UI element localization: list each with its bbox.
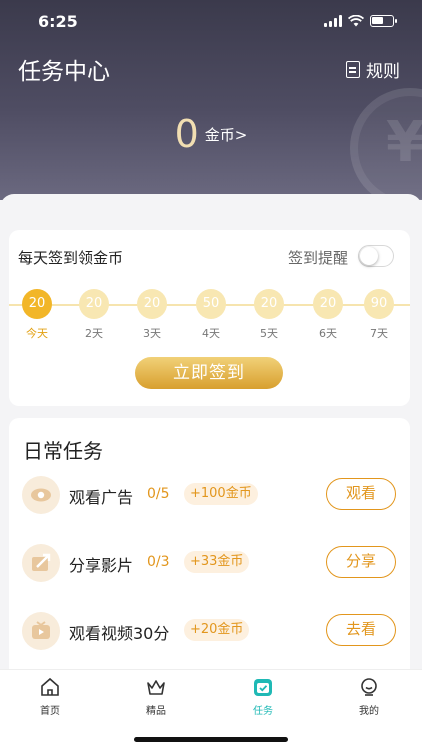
task-reward: +100金币 <box>184 483 258 505</box>
home-icon <box>39 676 61 698</box>
rules-button[interactable]: 规则 <box>346 57 400 82</box>
tv-icon <box>22 612 60 650</box>
task-reward: +20金币 <box>184 619 250 641</box>
checkin-title: 每天签到领金币 <box>18 249 124 267</box>
checkin-reminder-label: 签到提醒 <box>287 249 348 267</box>
document-icon <box>346 61 360 78</box>
home-indicator <box>134 737 288 742</box>
checkin-day-coins: 20 <box>79 289 109 319</box>
share-icon <box>22 544 60 582</box>
tab-home[interactable]: 首页 <box>20 676 80 717</box>
tab-label: 首页 <box>40 706 60 717</box>
watch-video-button[interactable]: 去看 <box>326 614 396 646</box>
watch-ads-button[interactable]: 观看 <box>326 478 396 510</box>
tab-label: 我的 <box>359 706 379 717</box>
daily-tasks-title: 日常任务 <box>23 439 103 463</box>
tab-label: 任务 <box>253 706 273 717</box>
checkin-day-coins: 50 <box>196 289 226 319</box>
checkin-day: 50 4天 <box>191 289 231 341</box>
tab-profile[interactable]: 我的 <box>339 676 399 717</box>
checkin-day-label: 7天 <box>370 327 388 340</box>
header: 6:25 任务中心 规则 ¥ 0 金币> <box>0 0 422 200</box>
battery-icon <box>370 15 397 27</box>
checkin-day: 20 6天 <box>308 289 348 341</box>
checkin-reminder-toggle[interactable] <box>358 245 394 267</box>
checkin-card: 每天签到领金币 签到提醒 20 今天 20 2天 20 3天 50 4天 20 5天 20 6天 90 7… <box>9 230 410 406</box>
checkin-day-label: 今天 <box>26 327 48 340</box>
task-reward: +33金币 <box>184 551 250 573</box>
checkin-day: 20 3天 <box>132 289 172 341</box>
checkin-day-coins: 20 <box>22 289 52 319</box>
rules-label: 规则 <box>366 62 400 82</box>
coin-balance[interactable]: 0 金币> <box>0 112 422 156</box>
task-progress: 0/5 <box>147 486 170 502</box>
page-title: 任务中心 <box>18 59 110 85</box>
task-watch-ads: 观看广告 0/5 +100金币 观看 <box>9 476 410 516</box>
checkin-day: 20 2天 <box>74 289 114 341</box>
task-progress: 0/3 <box>147 554 170 570</box>
checkin-day: 20 今天 <box>17 289 57 341</box>
eye-icon <box>22 476 60 514</box>
checkin-day-label: 2天 <box>85 327 103 340</box>
task-share-movie: 分享影片 0/3 +33金币 分享 <box>9 544 410 584</box>
crown-icon <box>145 676 167 698</box>
status-icons <box>324 15 397 27</box>
checkin-button[interactable]: 立即签到 <box>135 357 283 389</box>
wifi-icon <box>348 15 364 27</box>
task-watch-video: 观看视频30分 +20金币 去看 <box>9 612 410 652</box>
checkin-day-label: 5天 <box>260 327 278 340</box>
coin-balance-value: 0 <box>174 112 199 156</box>
daily-tasks-card: 日常任务 观看广告 0/5 +100金币 观看 分享影片 0/3 +33金币 分… <box>9 418 410 670</box>
coin-balance-unit: 金币> <box>204 125 248 144</box>
checkin-day: 20 5天 <box>249 289 289 341</box>
task-name: 观看广告 <box>69 488 134 507</box>
profile-icon <box>358 676 380 698</box>
checkin-day-label: 4天 <box>202 327 220 340</box>
tab-tasks[interactable]: 任务 <box>233 676 293 717</box>
checkin-day-coins: 20 <box>137 289 167 319</box>
task-name: 观看视频30分 <box>69 624 170 643</box>
checkin-day-label: 6天 <box>319 327 337 340</box>
signal-icon <box>324 15 342 27</box>
tab-featured[interactable]: 精品 <box>126 676 186 717</box>
checkin-day-coins: 20 <box>313 289 343 319</box>
tab-label: 精品 <box>146 706 166 717</box>
checkin-day-coins: 20 <box>254 289 284 319</box>
status-time: 6:25 <box>38 12 78 31</box>
share-button[interactable]: 分享 <box>326 546 396 578</box>
checkin-day: 90 7天 <box>359 289 399 341</box>
task-name: 分享影片 <box>69 556 134 575</box>
checkin-day-label: 3天 <box>143 327 161 340</box>
task-icon <box>252 676 274 698</box>
checkin-day-coins: 90 <box>364 289 394 319</box>
status-bar: 6:25 <box>0 0 422 44</box>
